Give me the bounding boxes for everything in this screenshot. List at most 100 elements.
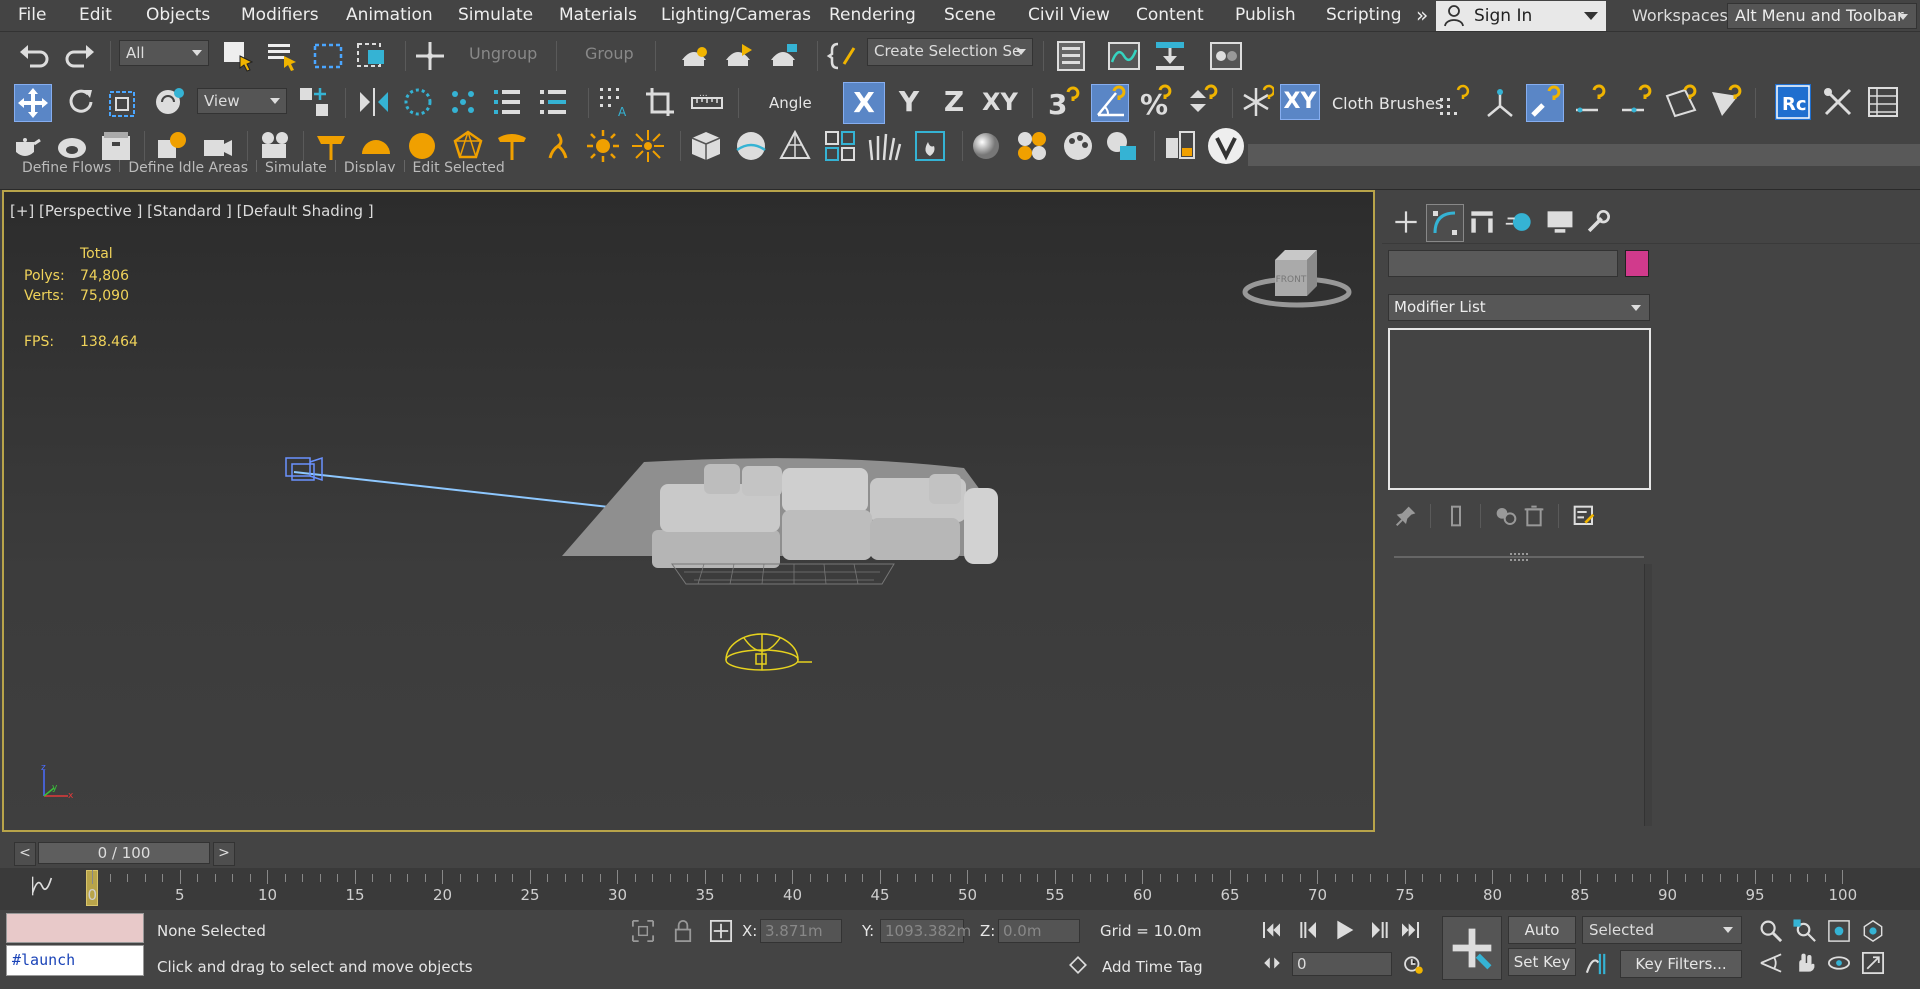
menu-scene[interactable]: Scene xyxy=(944,0,996,32)
menu-civil-view[interactable]: Civil View xyxy=(1028,0,1110,32)
pin-stack-icon[interactable] xyxy=(1394,504,1418,528)
face-snap-icon[interactable] xyxy=(1663,84,1699,120)
hierarchy-tab-icon[interactable] xyxy=(1466,206,1498,238)
menu-animation[interactable]: Animation xyxy=(346,0,433,32)
sofa-model[interactable] xyxy=(562,458,998,585)
ribbon-tab[interactable]: Display xyxy=(336,160,405,172)
menu-simulate[interactable]: Simulate xyxy=(458,0,533,32)
percent-snap-icon[interactable]: % xyxy=(1138,84,1174,121)
mirror-icon[interactable] xyxy=(356,84,392,120)
menu-scripting[interactable]: Scripting xyxy=(1326,0,1402,32)
clipper-icon[interactable] xyxy=(822,128,858,164)
z-coordinate-field[interactable]: 0.0m xyxy=(998,919,1080,943)
constrain-xy-button[interactable]: XY xyxy=(980,82,1020,122)
maxscript-listener-input[interactable]: #launch xyxy=(6,945,144,976)
time-tag-icon[interactable] xyxy=(1068,955,1088,975)
mirror-transform-icon[interactable] xyxy=(642,84,678,120)
menu-lighting-cameras[interactable]: Lighting/Cameras xyxy=(661,0,811,32)
constrain-z-button[interactable]: Z xyxy=(934,82,974,122)
ambient-light-icon[interactable] xyxy=(630,128,666,164)
ungroup-button[interactable]: Ungroup xyxy=(469,36,537,72)
zoom-icon[interactable] xyxy=(1758,918,1784,944)
set-key-filters-icon[interactable] xyxy=(1584,951,1610,977)
dome-light-object[interactable] xyxy=(725,633,812,671)
material-sphere-icon[interactable] xyxy=(968,128,1004,164)
show-end-result-icon[interactable] xyxy=(1444,504,1468,528)
snap-3d-icon[interactable]: 3 xyxy=(1046,84,1082,121)
next-frame-button[interactable]: > xyxy=(213,842,235,866)
time-configuration-arrows-icon[interactable] xyxy=(1262,953,1282,973)
zoom-all-icon[interactable] xyxy=(1792,918,1818,944)
move-pivot-icon[interactable] xyxy=(412,38,448,74)
pan-view-icon[interactable] xyxy=(1792,950,1818,976)
isolate-selection-icon[interactable] xyxy=(630,918,656,944)
motion-tab-icon[interactable] xyxy=(1504,206,1536,238)
select-and-move-icon[interactable] xyxy=(14,84,52,122)
light-lister-icon[interactable] xyxy=(540,128,576,164)
ribbon-tab[interactable]: Define Idle Areas xyxy=(120,160,258,172)
menu-modifiers[interactable]: Modifiers xyxy=(241,0,319,32)
previous-frame-button[interactable]: < xyxy=(14,842,36,866)
menu-objects[interactable]: Objects xyxy=(146,0,210,32)
material-editor-icon[interactable] xyxy=(1208,38,1244,74)
menu-rendering[interactable]: Rendering xyxy=(829,0,916,32)
menu-overflow-button[interactable]: » xyxy=(1416,0,1428,32)
menu-publish[interactable]: Publish xyxy=(1235,0,1296,32)
angle-snap-icon[interactable] xyxy=(1091,84,1129,122)
modifier-list-select[interactable]: Modifier List xyxy=(1388,294,1650,321)
create-light-icon[interactable] xyxy=(154,128,190,164)
material-palette-icon[interactable] xyxy=(1060,128,1096,164)
x-coordinate-field[interactable]: 3.871m xyxy=(760,919,842,943)
next-frame-icon[interactable] xyxy=(1368,918,1392,942)
material-editor-swatch-icon[interactable] xyxy=(1104,128,1140,164)
vertex-snap-icon[interactable] xyxy=(1618,84,1654,120)
create-camera-icon[interactable] xyxy=(200,128,236,164)
recap-icon[interactable]: Rc xyxy=(1775,84,1811,120)
maxscript-listener-output[interactable] xyxy=(6,913,144,943)
rollout-drag-handle[interactable] xyxy=(1510,553,1528,561)
menu-edit[interactable]: Edit xyxy=(79,0,112,32)
schematic-view-icon[interactable] xyxy=(1152,38,1188,74)
snap-magnet-icon[interactable] xyxy=(1526,84,1564,122)
reference-coordinate-system-select[interactable]: View xyxy=(197,88,287,114)
time-configuration-icon[interactable] xyxy=(1402,953,1424,975)
xy-plane-snap-button[interactable]: XY xyxy=(1280,84,1320,120)
camera-icon[interactable] xyxy=(257,128,293,164)
select-and-rotate-icon[interactable] xyxy=(62,84,98,120)
spinner-snap-icon[interactable] xyxy=(1184,84,1220,120)
cloth-brush-grid-icon[interactable] xyxy=(1436,84,1472,120)
render-setup-icon[interactable] xyxy=(676,38,712,74)
curve-editor-icon[interactable] xyxy=(1106,38,1142,74)
spacing-tool-icon[interactable] xyxy=(445,84,481,120)
time-slider[interactable]: 0 / 100 xyxy=(38,842,210,864)
ies-light-icon[interactable] xyxy=(494,128,530,164)
bone-tool-icon[interactable] xyxy=(1482,84,1518,120)
spot-light-icon[interactable] xyxy=(313,128,349,164)
tools-icon[interactable] xyxy=(1820,84,1856,120)
volume-grid-icon[interactable] xyxy=(777,128,813,164)
select-and-place-icon[interactable] xyxy=(152,84,188,120)
key-mode-select[interactable]: Selected xyxy=(1582,916,1742,944)
configure-modifier-sets-icon[interactable] xyxy=(1572,504,1596,528)
ribbon-tab[interactable]: Define Flows xyxy=(14,160,121,172)
named-selection-sets-select[interactable]: Create Selection Se xyxy=(867,38,1033,66)
array-icon[interactable] xyxy=(490,84,526,120)
render-production-icon[interactable] xyxy=(765,38,801,74)
selection-lock-icon[interactable] xyxy=(670,918,696,944)
set-key-big-button[interactable] xyxy=(1442,916,1502,980)
go-to-end-icon[interactable] xyxy=(1398,918,1422,942)
auto-key-button[interactable]: Auto Key xyxy=(1508,916,1576,965)
current-frame-spinner[interactable]: 0 xyxy=(1292,952,1392,976)
sign-in-button[interactable]: Sign In xyxy=(1436,1,1606,31)
menu-file[interactable]: File xyxy=(18,0,46,32)
camera-object[interactable] xyxy=(285,456,323,482)
measure-icon[interactable]: ... xyxy=(689,84,725,120)
remove-modifier-icon[interactable] xyxy=(1522,504,1546,528)
object-color-swatch[interactable] xyxy=(1625,250,1649,277)
perspective-viewport[interactable]: [+] [Perspective ] [Standard ] [Default … xyxy=(2,190,1375,832)
set-key-button[interactable]: Set Key xyxy=(1508,948,1576,976)
previous-frame-icon[interactable] xyxy=(1296,918,1320,942)
play-icon[interactable] xyxy=(1332,918,1356,942)
cloth-brushes-label[interactable]: Cloth Brushes xyxy=(1332,94,1443,113)
render-frame-window-icon[interactable] xyxy=(720,38,756,74)
